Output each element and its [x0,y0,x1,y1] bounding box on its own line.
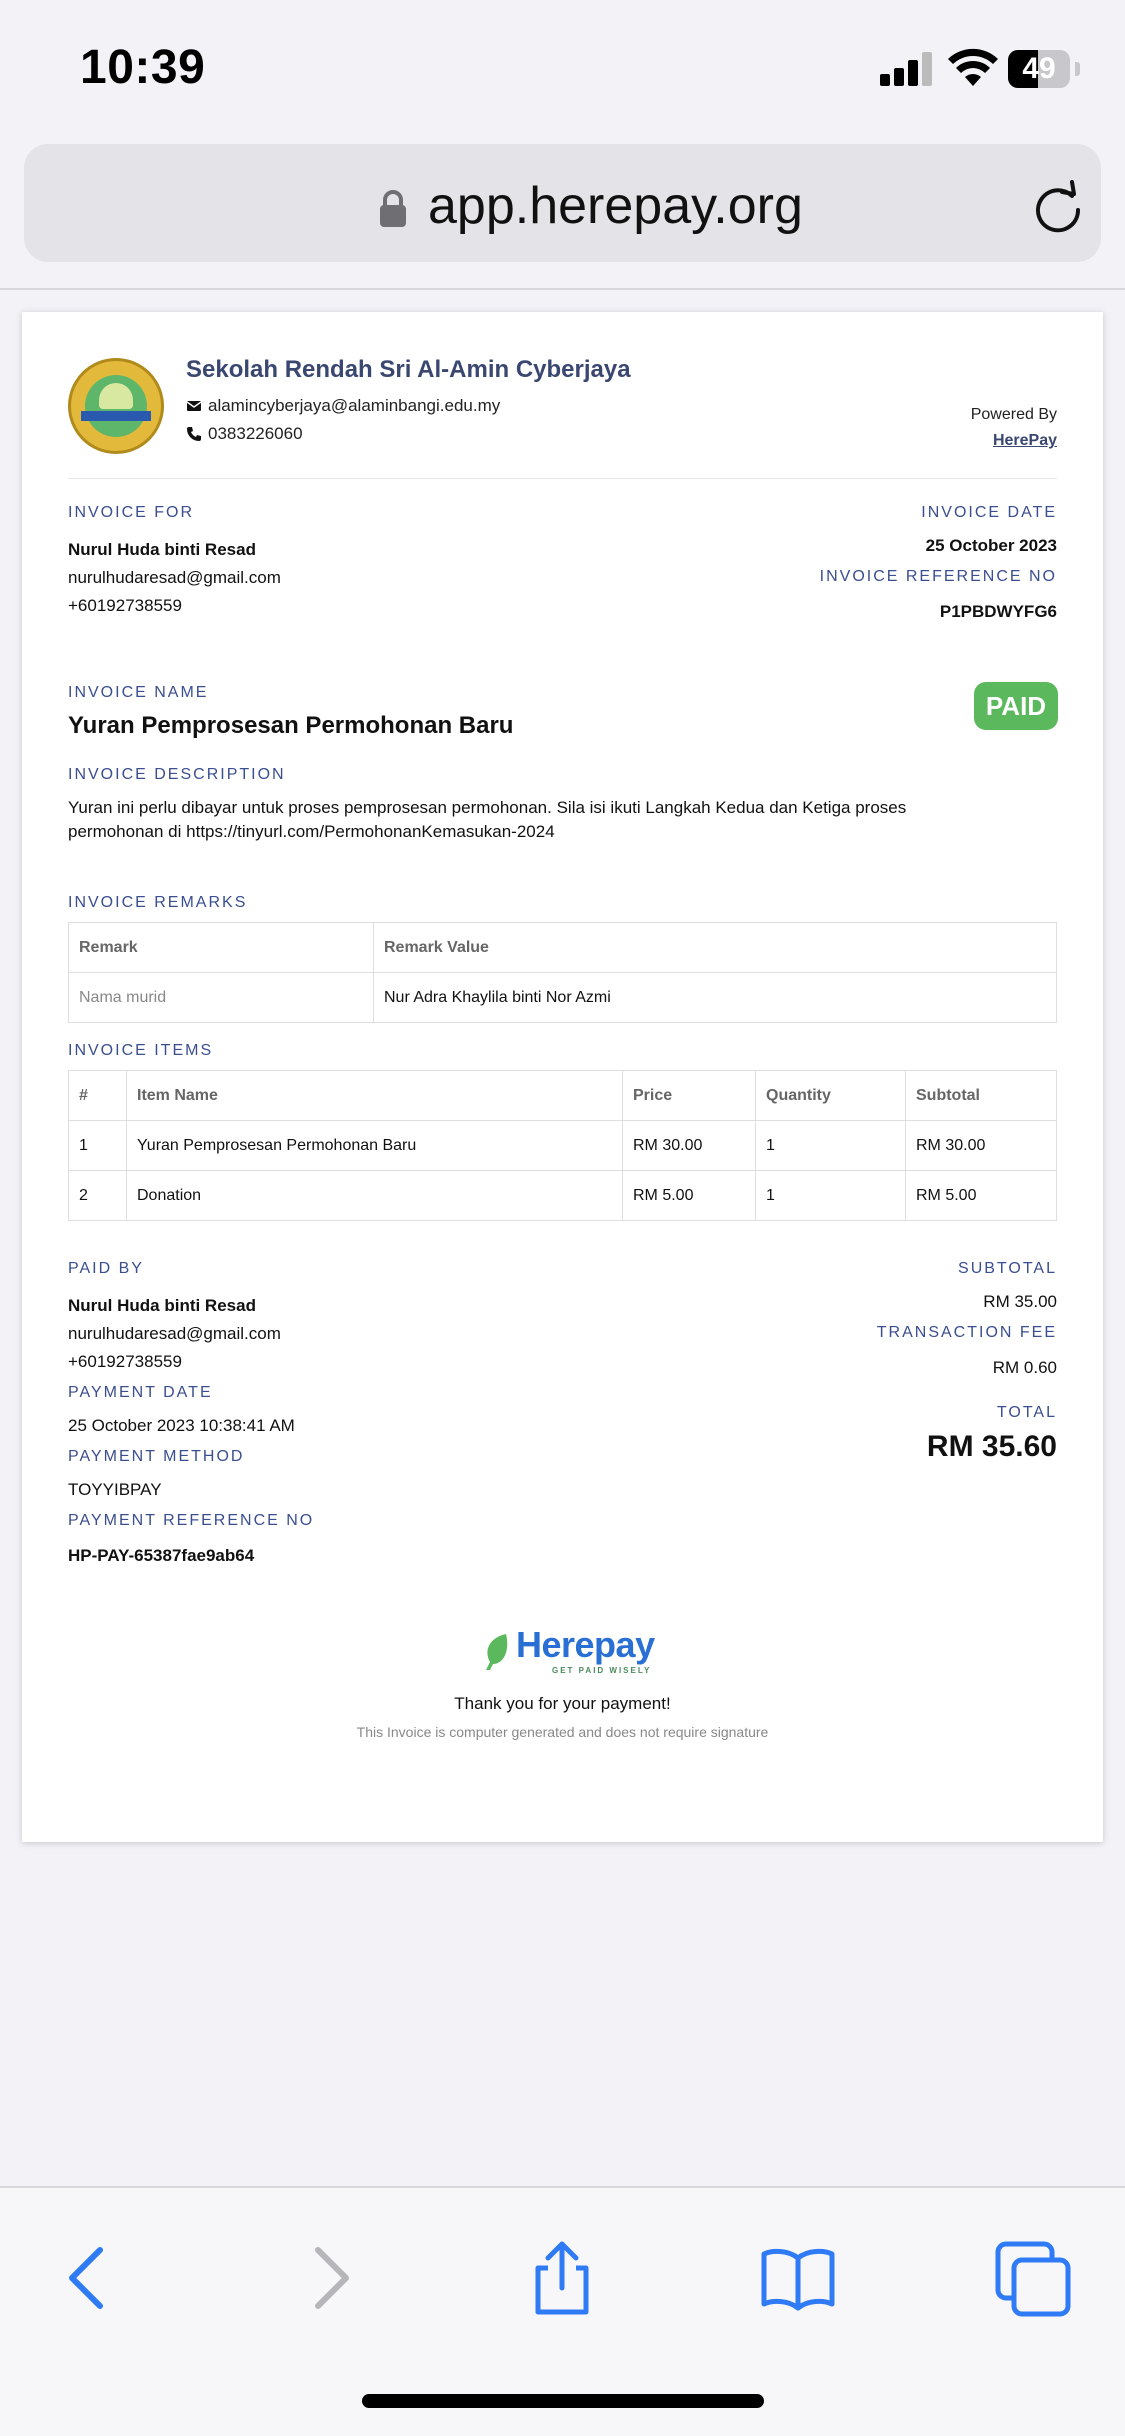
transaction-fee-value: RM 0.60 [992,1358,1057,1377]
wifi-icon [948,48,998,88]
invoice-for-name: Nurul Huda binti Resad [68,540,256,559]
book-icon [761,2248,835,2311]
invoice-for-email: nurulhudaresad@gmail.com [68,568,281,587]
item-quantity: 1 [755,1170,906,1221]
address-bar-area: app.herepay.org [0,140,1125,290]
tabs-button[interactable] [994,2238,1074,2318]
invoice-date-label: INVOICE DATE [921,504,1057,521]
url-text[interactable]: app.herepay.org [428,176,803,236]
cellular-signal-icon [880,52,934,86]
paid-status-badge: PAID [974,682,1058,730]
powered-by-label: Powered By [970,406,1057,423]
total-value: RM 35.60 [926,1430,1057,1463]
invoice-description-label: INVOICE DESCRIPTION [68,766,286,783]
home-indicator [362,2394,764,2408]
invoice-ref-label: INVOICE REFERENCE NO [819,568,1057,585]
item-price: RM 30.00 [622,1120,756,1171]
items-header-name: Item Name [126,1070,623,1121]
item-name: Yuran Pemprosesan Permohonan Baru [126,1120,623,1171]
status-bar: 10:39 49 [0,0,1125,140]
computer-generated-notice: This Invoice is computer generated and d… [356,1724,769,1740]
invoice-ref: P1PBDWYFG6 [939,602,1057,621]
school-email-row: alamincyberjaya@alaminbangi.edu.my [186,396,500,416]
paid-by-label: PAID BY [68,1260,144,1277]
payment-method: TOYYIBPAY [68,1480,162,1499]
forward-button[interactable] [290,2238,370,2318]
table-row: 2 Donation RM 5.00 1 RM 5.00 [68,1170,1057,1221]
lock-icon [378,188,408,228]
invoice-name: Yuran Pemprosesan Permohonan Baru [68,712,514,739]
paid-by-phone: +60192738559 [68,1352,182,1371]
header-divider [68,478,1057,479]
table-row: 1 Yuran Pemprosesan Permohonan Baru RM 3… [68,1120,1057,1171]
reload-icon[interactable] [1032,178,1084,234]
payment-ref: HP-PAY-65387fae9ab64 [68,1546,255,1565]
payment-method-label: PAYMENT METHOD [68,1448,245,1465]
school-email[interactable]: alamincyberjaya@alaminbangi.edu.my [208,396,500,416]
remark-value: Nur Adra Khaylila binti Nor Azmi [373,972,1057,1023]
payment-ref-label: PAYMENT REFERENCE NO [68,1512,315,1529]
total-label: TOTAL [996,1404,1057,1421]
items-table: # Item Name Price Quantity Subtotal 1 Yu… [68,1070,1057,1221]
share-icon [535,2241,589,2315]
invoice-card: Sekolah Rendah Sri Al-Amin Cyberjaya ala… [22,312,1103,1842]
items-header-number: # [68,1070,127,1121]
subtotal-value: RM 35.00 [983,1292,1057,1311]
battery-level: 49 [1022,52,1056,85]
invoice-items-label: INVOICE ITEMS [68,1042,214,1059]
envelope-icon [186,398,202,414]
back-button[interactable] [48,2238,128,2318]
item-number: 2 [68,1170,127,1221]
item-price: RM 5.00 [622,1170,756,1221]
remarks-header-remark: Remark [68,922,374,973]
item-subtotal: RM 30.00 [905,1120,1057,1171]
item-quantity: 1 [755,1120,906,1171]
items-header-quantity: Quantity [755,1070,906,1121]
herepay-logo-text: Herepay [516,1624,655,1665]
table-row: Nama murid Nur Adra Khaylila binti Nor A… [68,972,1057,1023]
subtotal-label: SUBTOTAL [958,1260,1057,1277]
invoice-for-label: INVOICE FOR [68,504,195,521]
payment-date-label: PAYMENT DATE [68,1384,213,1401]
phone-icon [186,426,202,442]
chevron-left-icon [69,2247,103,2309]
items-header-row: # Item Name Price Quantity Subtotal [68,1070,1057,1121]
status-time: 10:39 [80,41,206,94]
items-header-price: Price [622,1070,756,1121]
remark-key: Nama murid [68,972,374,1023]
address-bar[interactable]: app.herepay.org [24,144,1101,262]
paid-by-name: Nurul Huda binti Resad [68,1296,256,1315]
transaction-fee-label: TRANSACTION FEE [876,1324,1057,1341]
herepay-link[interactable]: HerePay [993,432,1057,450]
remarks-header-value: Remark Value [373,922,1057,973]
invoice-description: Yuran ini perlu dibayar untuk proses pem… [68,798,907,841]
herepay-tagline: GET PAID WISELY [552,1666,652,1675]
thank-you-message: Thank you for your payment! [454,1694,671,1713]
payment-date: 25 October 2023 10:38:41 AM [68,1416,295,1435]
invoice-for-phone: +60192738559 [68,596,182,615]
item-number: 1 [68,1120,127,1171]
remarks-header-row: Remark Remark Value [68,922,1057,973]
invoice-remarks-label: INVOICE REMARKS [68,894,248,911]
herepay-logo: Herepay GET PAID WISELY [482,1624,655,1675]
battery-icon: 49 [1008,50,1080,88]
remarks-table: Remark Remark Value Nama murid Nur Adra … [68,922,1057,1023]
invoice-name-label: INVOICE NAME [68,684,209,701]
item-name: Donation [126,1170,623,1221]
tabs-icon [995,2241,1071,2317]
school-phone-row: 0383226060 [186,424,303,444]
leaf-icon [482,1632,512,1672]
item-subtotal: RM 5.00 [905,1170,1057,1221]
school-name: Sekolah Rendah Sri Al-Amin Cyberjaya [186,356,631,383]
share-button[interactable] [522,2238,602,2318]
school-logo [68,358,164,454]
paid-by-email: nurulhudaresad@gmail.com [68,1324,281,1343]
invoice-date: 25 October 2023 [925,536,1057,555]
items-header-subtotal: Subtotal [905,1070,1057,1121]
chevron-right-icon [315,2247,349,2309]
school-phone[interactable]: 0383226060 [208,424,303,444]
bookmarks-button[interactable] [758,2238,838,2318]
